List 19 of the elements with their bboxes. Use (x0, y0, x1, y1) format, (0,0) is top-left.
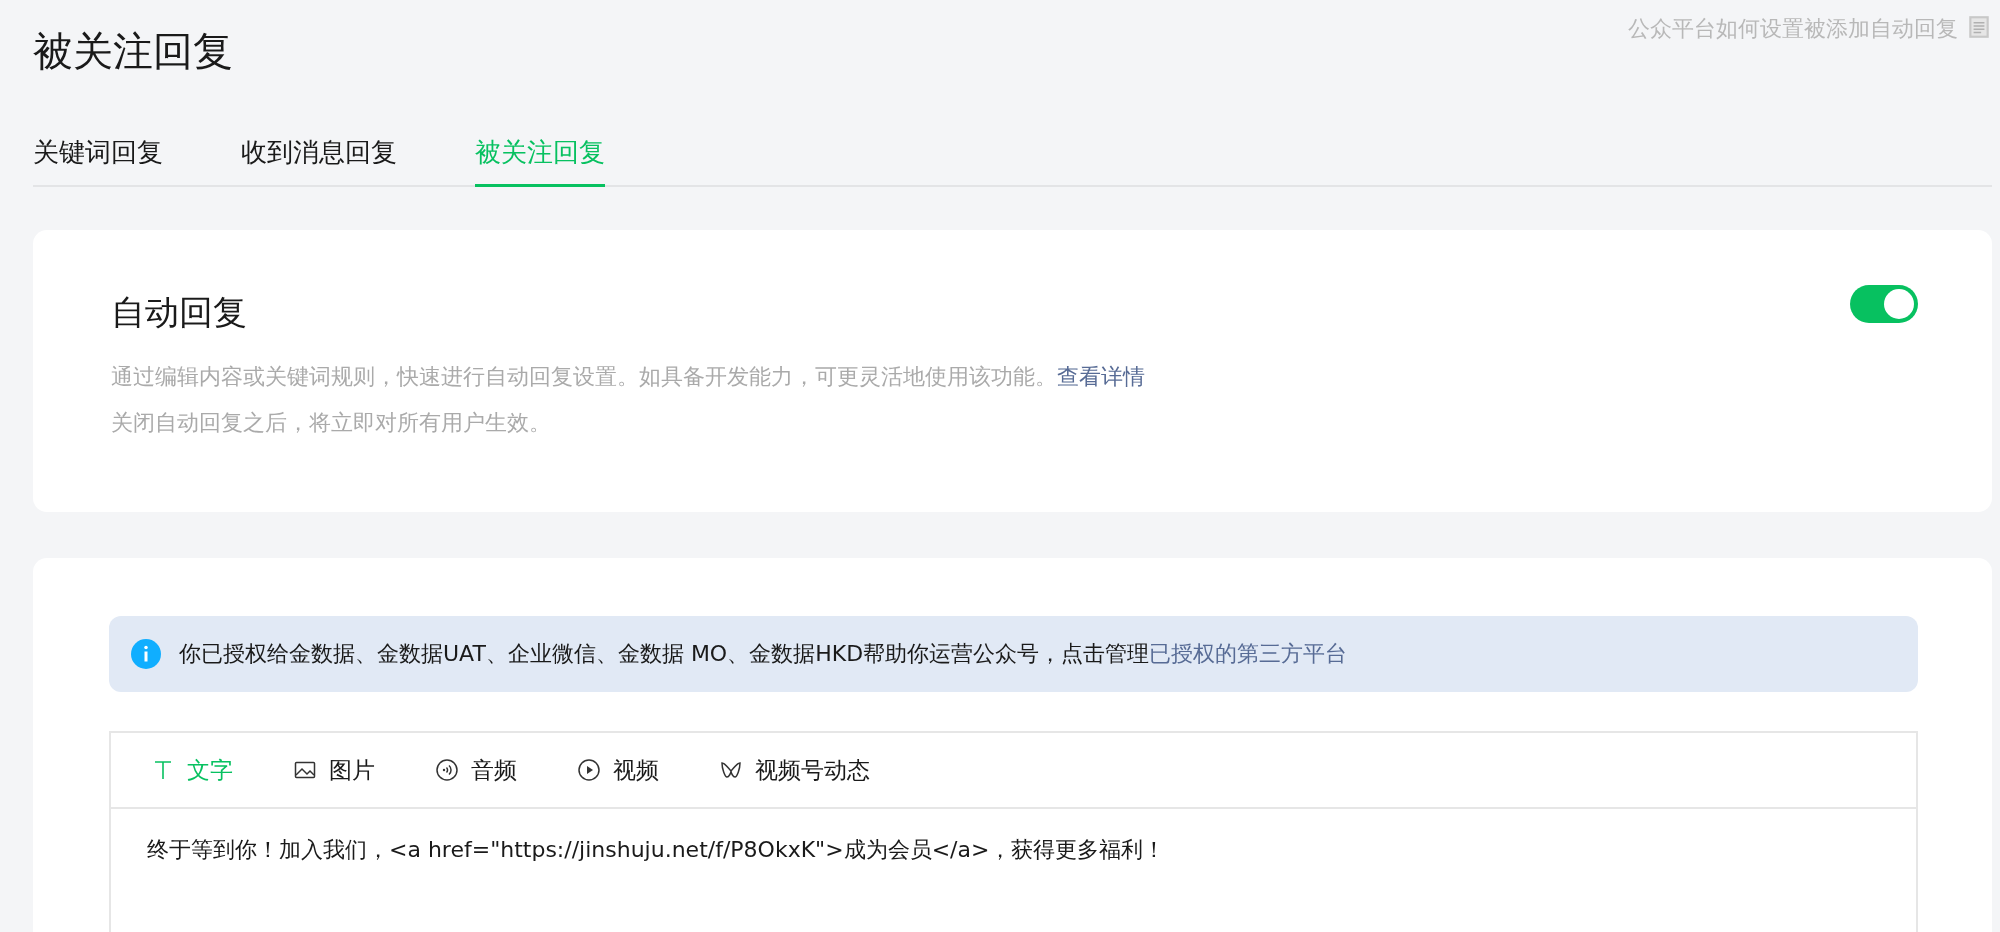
media-type-tab[interactable]: 视频 (577, 754, 659, 786)
section-title: 自动回复 (111, 291, 248, 334)
authorized-platforms-link[interactable]: 已授权的第三方平台 (1149, 641, 1348, 666)
details-link[interactable]: 查看详情 (1057, 364, 1145, 389)
description-text: 通过编辑内容或关键词规则，快速进行自动回复设置。如具备开发能力，可更灵活地使用该功能。查看详情 (111, 363, 1145, 391)
notice-text: 你已授权给金数据、金数据UAT、企业微信、金数据 MO、金数据HKD帮助你运营公众号，点击管理已授权的第三方平台 (179, 640, 1348, 668)
info-icon (131, 639, 161, 669)
page-title: 被关注回复 (33, 27, 234, 76)
document-icon (1966, 14, 1992, 40)
media-type-tab[interactable]: 音频 (435, 754, 517, 786)
toggle-switch[interactable] (1850, 285, 1918, 323)
message-text: 终于等到你！加入我们，<a href="https://jinshuju.net/f/P8OkxK">成为会员</a>，获得更多福利！ (146, 836, 1167, 864)
tab[interactable]: 关键词回复 (33, 135, 163, 187)
media-type-tab[interactable]: 视频号动态 (719, 754, 870, 786)
note-text: 关闭自动回复之后，将立即对所有用户生效。 (111, 409, 552, 437)
audio-icon (435, 758, 459, 782)
media-type-tab[interactable]: 图片 (293, 754, 375, 786)
tab[interactable]: 收到消息回复 (241, 135, 397, 187)
play-icon (577, 758, 601, 782)
